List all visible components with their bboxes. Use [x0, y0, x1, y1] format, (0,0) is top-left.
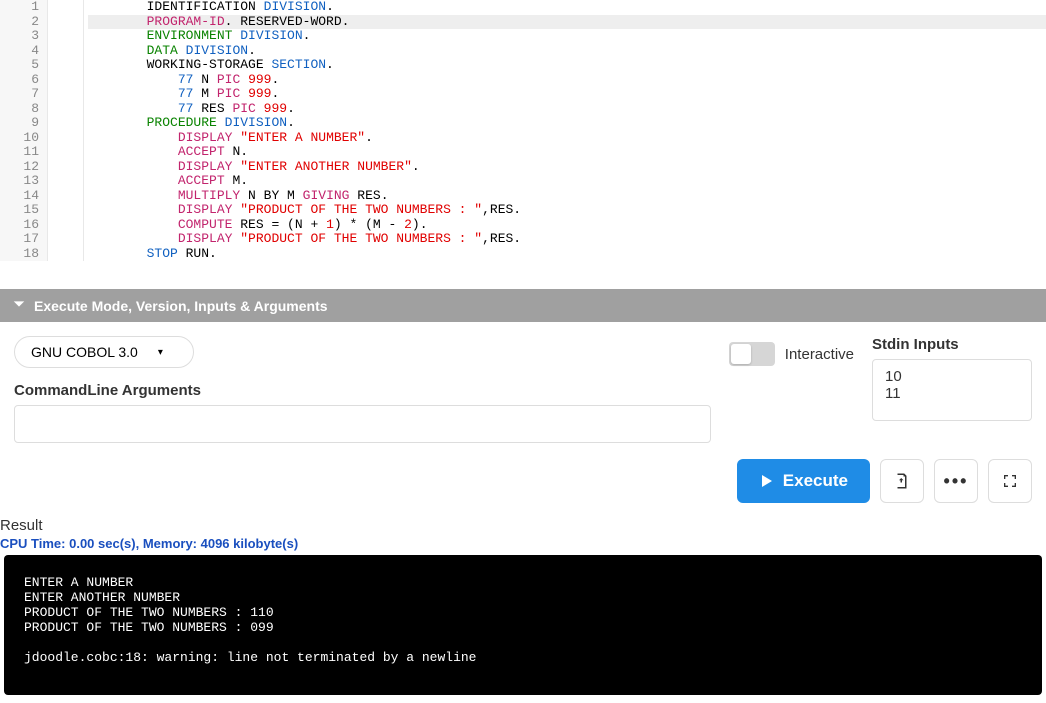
execute-section-header[interactable]: Execute Mode, Version, Inputs & Argument…: [0, 289, 1046, 322]
interactive-toggle[interactable]: [729, 342, 775, 366]
button-row: Execute •••: [0, 443, 1046, 513]
code-line[interactable]: ACCEPT N.: [88, 145, 1046, 160]
chevron-down-icon: [12, 297, 26, 314]
line-number: 17: [8, 232, 39, 247]
code-line[interactable]: DISPLAY "PRODUCT OF THE TWO NUMBERS : ",…: [88, 203, 1046, 218]
line-number: 15: [8, 203, 39, 218]
result-label: Result: [0, 513, 1046, 536]
execute-button-label: Execute: [783, 471, 848, 491]
code-line[interactable]: 77 M PIC 999.: [88, 87, 1046, 102]
caret-down-icon: ▾: [158, 347, 163, 358]
code-area[interactable]: IDENTIFICATION DIVISION. PROGRAM-ID. RES…: [84, 0, 1046, 261]
code-line[interactable]: ENVIRONMENT DIVISION.: [88, 29, 1046, 44]
fullscreen-button[interactable]: [988, 459, 1032, 503]
line-number: 9: [8, 116, 39, 131]
editor-margin: [48, 0, 84, 261]
line-number: 10: [8, 131, 39, 146]
code-line[interactable]: PROCEDURE DIVISION.: [88, 116, 1046, 131]
line-number: 14: [8, 189, 39, 204]
line-number: 7: [8, 87, 39, 102]
code-line[interactable]: DISPLAY "PRODUCT OF THE TWO NUMBERS : ",…: [88, 232, 1046, 247]
code-line[interactable]: DATA DIVISION.: [88, 44, 1046, 59]
cmdline-label: CommandLine Arguments: [14, 382, 711, 399]
line-number: 3: [8, 29, 39, 44]
line-gutter: 123456789101112131415161718: [0, 0, 48, 261]
code-line[interactable]: ACCEPT M.: [88, 174, 1046, 189]
line-number: 13: [8, 174, 39, 189]
interactive-label: Interactive: [785, 346, 854, 363]
line-number: 2: [8, 15, 39, 30]
code-line[interactable]: MULTIPLY N BY M GIVING RES.: [88, 189, 1046, 204]
interactive-toggle-block: Interactive: [729, 342, 854, 366]
line-number: 5: [8, 58, 39, 73]
execute-button[interactable]: Execute: [737, 459, 870, 503]
line-number: 11: [8, 145, 39, 160]
cmdline-input[interactable]: [14, 405, 711, 443]
toggle-knob: [731, 344, 751, 364]
code-line[interactable]: 77 N PIC 999.: [88, 73, 1046, 88]
line-number: 18: [8, 247, 39, 262]
code-line[interactable]: PROGRAM-ID. RESERVED-WORD.: [88, 15, 1046, 30]
line-number: 8: [8, 102, 39, 117]
file-upload-icon: [893, 472, 911, 490]
code-line[interactable]: 77 RES PIC 999.: [88, 102, 1046, 117]
line-number: 6: [8, 73, 39, 88]
result-stats: CPU Time: 0.00 sec(s), Memory: 4096 kilo…: [0, 536, 1046, 555]
code-line[interactable]: WORKING-STORAGE SECTION.: [88, 58, 1046, 73]
more-button[interactable]: •••: [934, 459, 978, 503]
line-number: 1: [8, 0, 39, 15]
ellipsis-icon: •••: [944, 471, 969, 492]
code-line[interactable]: IDENTIFICATION DIVISION.: [88, 0, 1046, 15]
output-terminal[interactable]: ENTER A NUMBER ENTER ANOTHER NUMBER PROD…: [4, 555, 1042, 695]
version-select[interactable]: GNU COBOL 3.0 ▾: [14, 336, 194, 368]
section-title: Execute Mode, Version, Inputs & Argument…: [34, 298, 328, 314]
version-select-value: GNU COBOL 3.0: [31, 344, 138, 360]
code-line[interactable]: DISPLAY "ENTER ANOTHER NUMBER".: [88, 160, 1046, 175]
controls-row: GNU COBOL 3.0 ▾ CommandLine Arguments In…: [0, 322, 1046, 443]
line-number: 4: [8, 44, 39, 59]
stdin-label: Stdin Inputs: [872, 336, 1032, 353]
code-line[interactable]: STOP RUN.: [88, 247, 1046, 262]
line-number: 16: [8, 218, 39, 233]
stdin-block: Stdin Inputs 10 11: [872, 336, 1032, 421]
play-icon: [759, 473, 775, 489]
code-line[interactable]: COMPUTE RES = (N + 1) * (M - 2).: [88, 218, 1046, 233]
expand-icon: [1002, 473, 1018, 489]
save-button[interactable]: [880, 459, 924, 503]
code-line[interactable]: DISPLAY "ENTER A NUMBER".: [88, 131, 1046, 146]
code-editor[interactable]: 123456789101112131415161718 IDENTIFICATI…: [0, 0, 1046, 269]
stdin-input[interactable]: 10 11: [872, 359, 1032, 421]
line-number: 12: [8, 160, 39, 175]
